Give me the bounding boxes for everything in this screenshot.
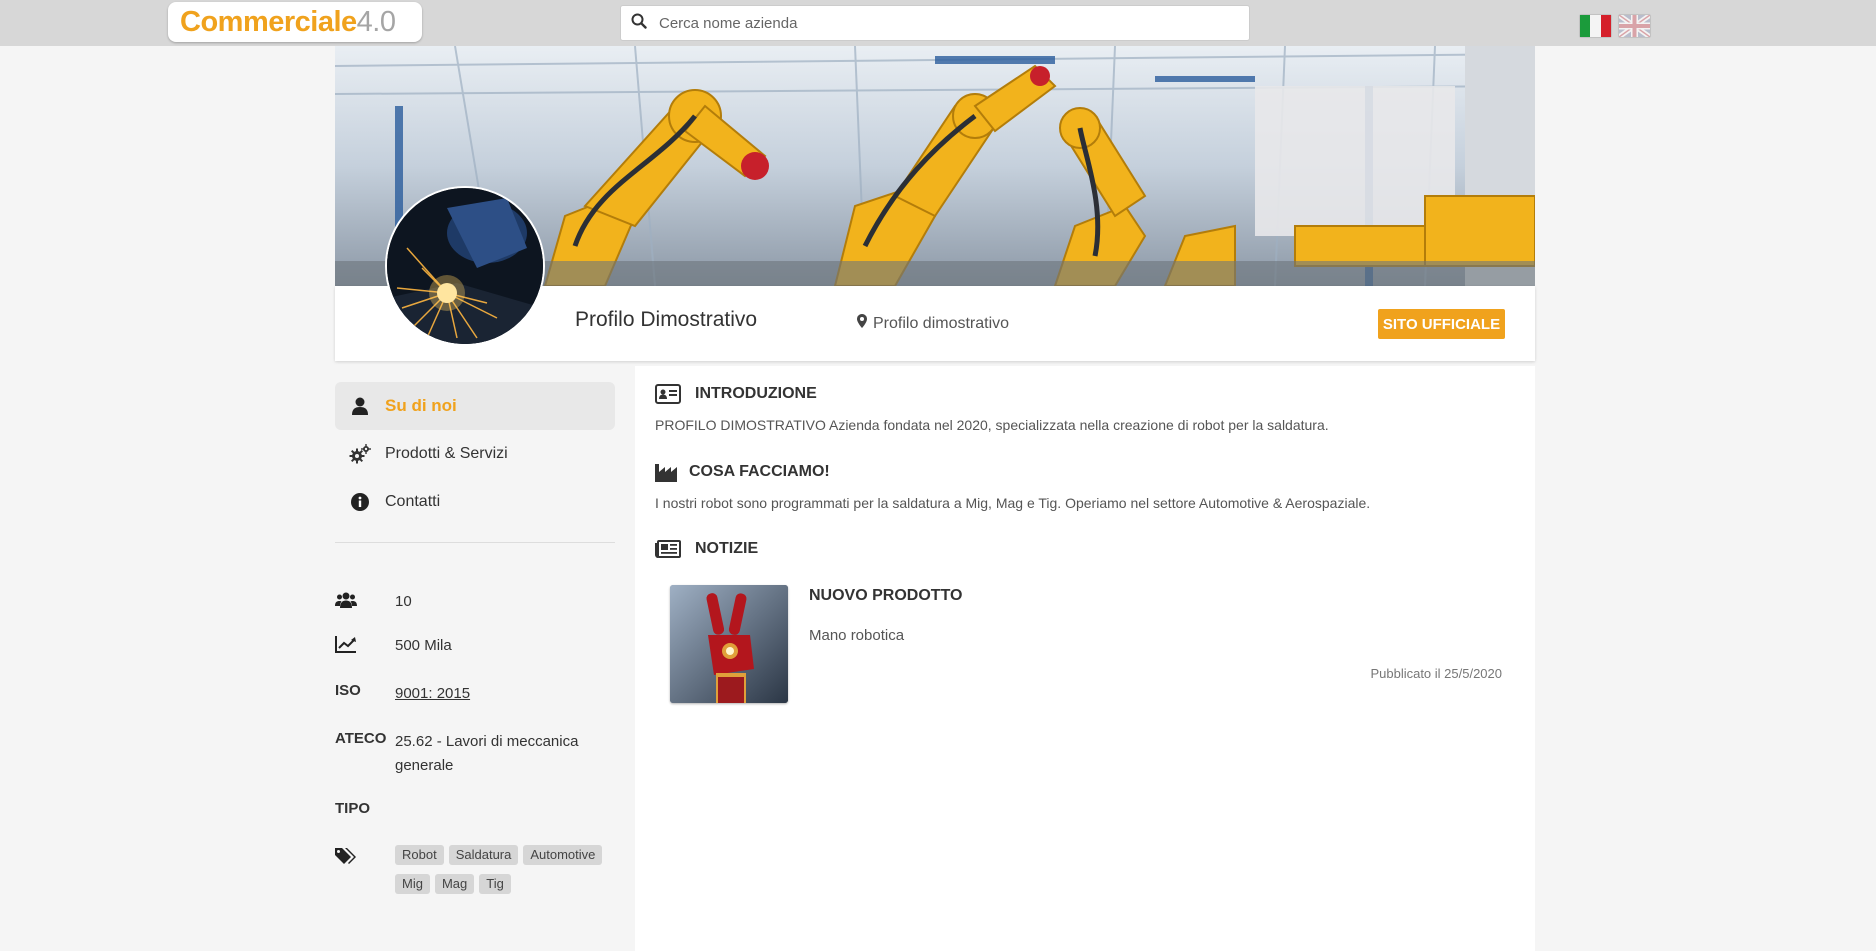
revenue-stat: 500 Mila [335, 634, 605, 658]
employees-count: 10 [395, 593, 412, 610]
sidebar-item-about-us[interactable]: Su di noi [335, 382, 615, 430]
iso-link[interactable]: 9001: 2015 [395, 682, 605, 706]
tipo-stat: TIPO [335, 800, 395, 817]
search-input[interactable] [659, 14, 1219, 32]
sidebar-divider [335, 542, 615, 543]
id-card-icon [655, 384, 681, 404]
iso-label: ISO [335, 682, 361, 699]
what-we-do-section-title: COSA FACCIAMO! [655, 462, 830, 482]
official-site-button[interactable]: SITO UFFICIALE [1378, 309, 1505, 339]
tag-robot[interactable]: Robot [395, 845, 444, 865]
tags-icon [335, 847, 395, 869]
tags-stat [335, 847, 395, 869]
ateco-label: ATECO [335, 730, 387, 747]
tag-saldatura[interactable]: Saldatura [448, 845, 519, 865]
intro-section-title: INTRODUZIONE [655, 384, 817, 404]
news-item-date: Pubblicato il 25/5/2020 [1370, 666, 1502, 681]
tipo-label: TIPO [335, 800, 371, 817]
logo[interactable]: Commerciale 4.0 [168, 2, 422, 42]
company-name: Profilo Dimostrativo [575, 308, 758, 331]
newspaper-icon [655, 540, 681, 558]
location-text: Profilo dimostrativo [873, 314, 1010, 332]
ateco-value: 25.62 - Lavori di meccanica generale [395, 733, 579, 774]
sidebar-item-label: Contatti [385, 493, 441, 510]
employees-stat: 10 [335, 590, 605, 614]
user-icon [335, 397, 385, 415]
sidebar-item-contacts[interactable]: Contatti [335, 478, 615, 526]
line-chart-icon [335, 635, 395, 657]
news-item-title[interactable]: NUOVO PRODOTTO [809, 587, 963, 605]
top-bar: Commerciale 4.0 [0, 0, 1876, 46]
english-flag-icon[interactable] [1619, 15, 1650, 37]
tag-list: Robot Saldatura Automotive Mig Mag Tig [395, 845, 635, 898]
news-section-title: NOTIZIE [655, 540, 758, 558]
users-icon [335, 591, 395, 613]
news-thumbnail[interactable] [670, 585, 788, 703]
intro-text: PROFILO DIMOSTRATIVO Azienda fondata nel… [655, 417, 1329, 433]
iso-stat: ISO 9001: 2015 [335, 682, 605, 706]
intro-title: INTRODUZIONE [695, 385, 817, 402]
company-avatar [385, 186, 545, 346]
news-item-description: Mano robotica [809, 627, 905, 644]
tag-automotive[interactable]: Automotive [523, 845, 603, 865]
info-circle-icon [335, 493, 385, 511]
sidebar-item-label: Su di noi [385, 396, 457, 415]
map-marker-icon [857, 314, 867, 333]
revenue-value: 500 Mila [395, 637, 452, 654]
sidebar-item-label: Prodotti & Servizi [385, 445, 508, 462]
what-title: COSA FACCIAMO! [689, 463, 830, 480]
industry-icon [655, 462, 677, 482]
tag-mig[interactable]: Mig [395, 874, 430, 894]
logo-text-version: 4.0 [356, 5, 396, 38]
tag-mag[interactable]: Mag [434, 874, 475, 894]
search-box[interactable] [620, 5, 1250, 41]
location-info: Profilo dimostrativo [857, 314, 1009, 333]
what-text: I nostri robot sono programmati per la s… [655, 495, 1371, 511]
italian-flag-icon[interactable] [1580, 15, 1611, 37]
search-icon [631, 13, 647, 34]
gears-icon [335, 444, 385, 464]
tag-tig[interactable]: Tig [479, 874, 511, 894]
ateco-stat: ATECO 25.62 - Lavori di meccanica genera… [335, 730, 605, 778]
sidebar-item-products-services[interactable]: Prodotti & Servizi [335, 430, 615, 478]
news-title-header: NOTIZIE [695, 540, 759, 557]
logo-text-main: Commerciale [180, 5, 357, 38]
